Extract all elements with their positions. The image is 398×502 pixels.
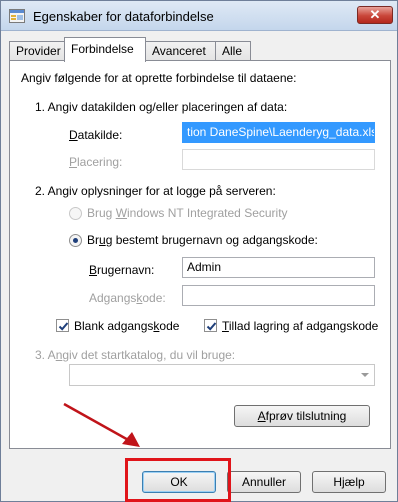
radio-windows-accel: W [115,206,128,220]
radio-windows-security[interactable] [69,207,82,220]
allow-save-password-label: Tillad lagring af adgangskode [222,319,378,333]
checkmark-icon [58,322,69,331]
tab-alle[interactable]: Alle [215,41,251,61]
connection-panel [9,60,391,449]
tab-avanceret[interactable]: Avanceret [145,41,216,61]
username-label-accel: B [89,263,98,277]
password-label: Adgangskode: [89,291,166,305]
title-bar[interactable]: Egenskaber for dataforbindelse ✕ [1,1,397,31]
blank-pw-pre: Blank adgangs [74,319,154,333]
window-title: Egenskaber for dataforbindelse [33,9,214,24]
radio-specific-pre: Br [87,233,99,247]
close-button[interactable]: ✕ [357,6,393,24]
blank-pw-post: ode [159,319,180,333]
step2-heading: 2. Angiv oplysninger for at logge på ser… [35,184,276,198]
radio-windows-pre: Brug [87,206,116,220]
test-button-rest: fprøv tilslutning [265,409,347,423]
location-input[interactable] [182,149,375,170]
radio-specific-user-label: Brug bestemt brugernavn og adgangskode: [87,233,318,247]
chevron-down-icon [361,373,369,377]
cancel-button[interactable]: Annuller [227,471,301,493]
allow-save-password-checkbox[interactable] [204,319,217,332]
catalog-select[interactable] [69,364,375,386]
radio-specific-accel: u [99,233,106,247]
datasource-label: Datakilde: [69,128,122,142]
ok-highlight-box [125,458,231,502]
radio-windows-security-label: Brug Windows NT Integrated Security [87,206,288,220]
annotation-arrow-icon [63,402,140,447]
radio-windows-post: indows NT Integrated Security [127,206,288,220]
datasource-label-accel: D [69,128,78,142]
help-button[interactable]: Hjælp [312,471,386,493]
location-label-rest: lacering: [77,155,123,169]
password-input[interactable] [182,285,375,306]
checkmark-icon [206,322,217,331]
step3-heading: 3. Angiv det startkatalog, du vil bruge: [35,348,235,362]
datasource-input[interactable]: tion DaneSpine\Laenderyg_data.xlsx [182,122,375,143]
username-label: Brugernavn: [89,263,154,277]
step1-heading: 1. Angiv datakilden og/eller placeringen… [35,100,288,114]
test-button-accel: A [257,409,266,423]
data-connection-icon [9,9,25,23]
tab-forbindelse[interactable]: Forbindelse [64,37,146,62]
tab-provider[interactable]: Provider [9,41,65,61]
username-input[interactable]: Admin [182,257,375,278]
username-label-rest: rugernavn: [97,263,155,277]
radio-specific-post: g bestemt brugernavn og adgangskode: [105,233,318,247]
blank-password-label: Blank adgangskode [74,319,179,333]
blank-password-checkbox[interactable] [56,319,69,332]
password-label-pre: Adgangs [89,291,137,305]
radio-specific-user[interactable] [69,234,82,247]
step3-post: giv det startkatalog, du vil bruge: [62,348,236,362]
radio-selected-dot [73,238,78,243]
test-connection-button[interactable]: Afprøv tilslutning [234,405,370,427]
datasource-label-rest: atakilde: [77,128,123,142]
location-label: Placering: [69,155,122,169]
allow-save-accel: T [222,319,229,333]
location-label-accel: P [69,155,78,169]
password-label-post: ode: [142,291,166,305]
allow-save-rest: illad lagring af adgangskode [228,319,379,333]
close-icon: ✕ [369,7,381,22]
intro-text: Angiv følgende for at oprette forbindels… [21,71,297,85]
step3-pre: 3. A [35,348,56,362]
